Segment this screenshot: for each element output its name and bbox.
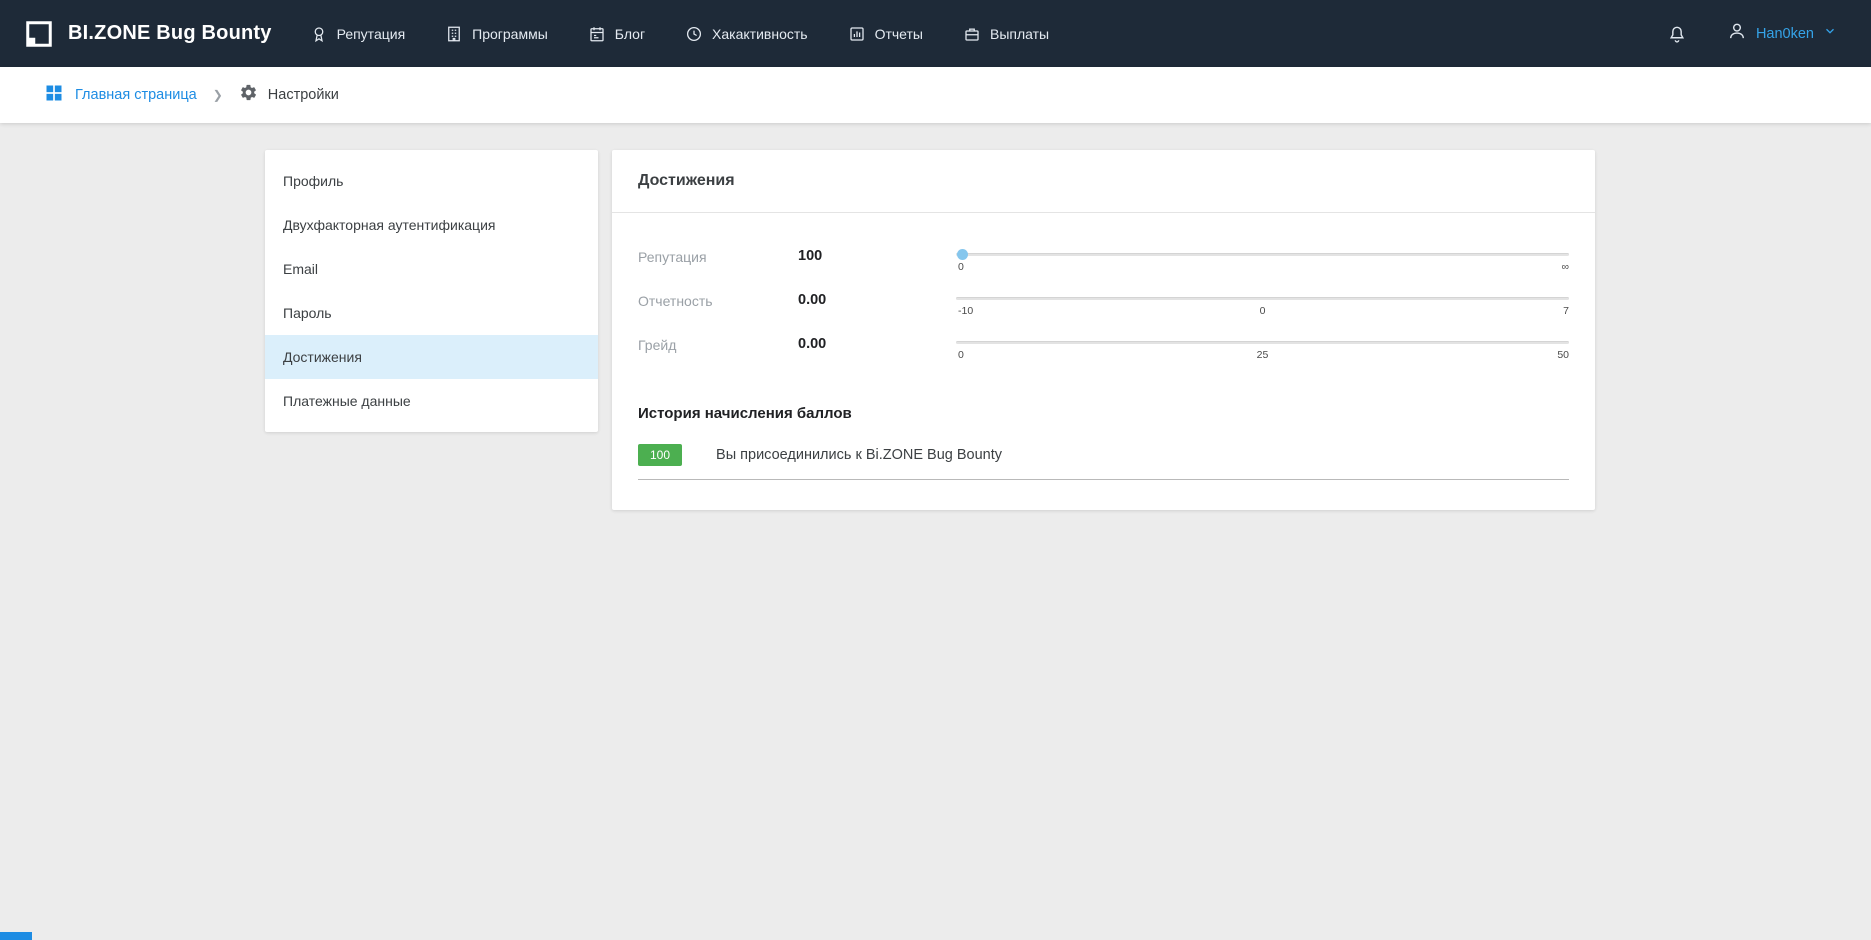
tick-min: 0 bbox=[958, 349, 964, 361]
hackactivity-icon bbox=[685, 25, 703, 43]
username: Han0ken bbox=[1756, 26, 1814, 42]
slider-track bbox=[956, 253, 1569, 256]
history-entry: 100 Вы присоединились к Bi.ZONE Bug Boun… bbox=[638, 444, 1569, 480]
metric-value: 0.00 bbox=[798, 289, 956, 308]
tick-max: ∞ bbox=[1562, 261, 1570, 273]
brand[interactable]: BI.ZONE Bug Bounty bbox=[22, 17, 272, 51]
grade-slider: 0 25 50 bbox=[956, 333, 1569, 363]
metric-row-reputation: Репутация 100 0 ∞ bbox=[638, 245, 1569, 275]
tick-max: 50 bbox=[1557, 349, 1569, 361]
tick-mid: 25 bbox=[1257, 349, 1269, 361]
navbar-right: Han0ken bbox=[1667, 21, 1837, 46]
chevron-down-icon bbox=[1823, 24, 1837, 43]
metric-label: Отчетность bbox=[638, 289, 798, 309]
sidebar-item-label: Пароль bbox=[283, 305, 332, 321]
reputation-slider: 0 ∞ bbox=[956, 245, 1569, 275]
nav-item-label: Программы bbox=[472, 26, 548, 42]
achievements-header: Достижения bbox=[612, 150, 1595, 213]
achievements-panel: Достижения Репутация 100 0 ∞ Отчетность … bbox=[612, 150, 1595, 510]
sidebar-item-label: Email bbox=[283, 261, 318, 277]
slider-track bbox=[956, 297, 1569, 300]
metric-label: Репутация bbox=[638, 245, 798, 265]
tick-min: -10 bbox=[958, 305, 973, 317]
sidebar-item-payment-details[interactable]: Платежные данные bbox=[265, 379, 598, 423]
bizone-logo-icon bbox=[22, 17, 56, 51]
nav-item-payouts[interactable]: Выплаты bbox=[963, 25, 1049, 43]
breadcrumb-current: Настройки bbox=[239, 83, 339, 107]
payouts-icon bbox=[963, 25, 981, 43]
breadcrumb-home-link[interactable]: Главная страница bbox=[44, 83, 197, 108]
reports-icon bbox=[848, 25, 866, 43]
history-title: История начисления баллов bbox=[612, 383, 1595, 422]
breadcrumb: Главная страница ❯ Настройки bbox=[0, 67, 1871, 123]
sidebar-item-profile[interactable]: Профиль bbox=[265, 159, 598, 203]
brand-title: BI.ZONE Bug Bounty bbox=[68, 22, 272, 45]
nav-item-reputation[interactable]: Репутация bbox=[310, 25, 406, 43]
blog-icon bbox=[588, 25, 606, 43]
breadcrumb-separator-icon: ❯ bbox=[213, 88, 223, 102]
reporting-slider: -10 0 7 bbox=[956, 289, 1569, 319]
user-menu[interactable]: Han0ken bbox=[1727, 21, 1837, 46]
main-content: Профиль Двухфакторная аутентификация Ema… bbox=[0, 123, 1871, 940]
history-entry-text: Вы присоединились к Bi.ZONE Bug Bounty bbox=[716, 447, 1002, 463]
metrics-section: Репутация 100 0 ∞ Отчетность 0.00 -10 0 … bbox=[612, 213, 1595, 383]
metric-row-reporting: Отчетность 0.00 -10 0 7 bbox=[638, 289, 1569, 319]
points-badge: 100 bbox=[638, 444, 682, 466]
panel-title: Достижения bbox=[638, 172, 735, 190]
slider-track bbox=[956, 341, 1569, 344]
tick-max: 7 bbox=[1563, 305, 1569, 317]
nav-item-programs[interactable]: Программы bbox=[445, 25, 548, 43]
sidebar-item-password[interactable]: Пароль bbox=[265, 291, 598, 335]
metric-value: 100 bbox=[798, 245, 956, 264]
gear-icon bbox=[239, 83, 258, 107]
nav-item-label: Хакактивность bbox=[712, 26, 808, 42]
dashboard-grid-icon bbox=[44, 83, 64, 108]
metric-row-grade: Грейд 0.00 0 25 50 bbox=[638, 333, 1569, 363]
notifications-bell-icon[interactable] bbox=[1667, 24, 1687, 44]
nav-item-label: Отчеты bbox=[875, 26, 923, 42]
nav-items: Репутация Программы Блог bbox=[310, 25, 1050, 43]
sidebar-item-label: Двухфакторная аутентификация bbox=[283, 217, 495, 233]
breadcrumb-current-label: Настройки bbox=[268, 87, 339, 103]
sidebar-item-email[interactable]: Email bbox=[265, 247, 598, 291]
nav-item-hackactivity[interactable]: Хакактивность bbox=[685, 25, 808, 43]
page-bottom-accent bbox=[0, 932, 32, 940]
metric-value: 0.00 bbox=[798, 333, 956, 352]
reputation-icon bbox=[310, 25, 328, 43]
slider-handle[interactable] bbox=[957, 249, 968, 260]
tick-mid: 0 bbox=[1260, 305, 1266, 317]
nav-item-label: Выплаты bbox=[990, 26, 1049, 42]
metric-label: Грейд bbox=[638, 333, 798, 353]
settings-menu: Профиль Двухфакторная аутентификация Ema… bbox=[265, 150, 598, 432]
nav-item-reports[interactable]: Отчеты bbox=[848, 25, 923, 43]
top-navbar: BI.ZONE Bug Bounty Репутация Программы bbox=[0, 0, 1871, 67]
breadcrumb-home-label: Главная страница bbox=[75, 87, 197, 103]
sidebar-item-label: Достижения bbox=[283, 349, 362, 365]
programs-icon bbox=[445, 25, 463, 43]
sidebar-item-achievements[interactable]: Достижения bbox=[265, 335, 598, 379]
nav-item-blog[interactable]: Блог bbox=[588, 25, 645, 43]
sidebar-item-two-factor[interactable]: Двухфакторная аутентификация bbox=[265, 203, 598, 247]
sidebar-item-label: Платежные данные bbox=[283, 393, 411, 409]
nav-item-label: Репутация bbox=[337, 26, 406, 42]
nav-item-label: Блог bbox=[615, 26, 645, 42]
tick-min: 0 bbox=[958, 261, 964, 273]
sidebar-item-label: Профиль bbox=[283, 173, 343, 189]
user-icon bbox=[1727, 21, 1747, 46]
